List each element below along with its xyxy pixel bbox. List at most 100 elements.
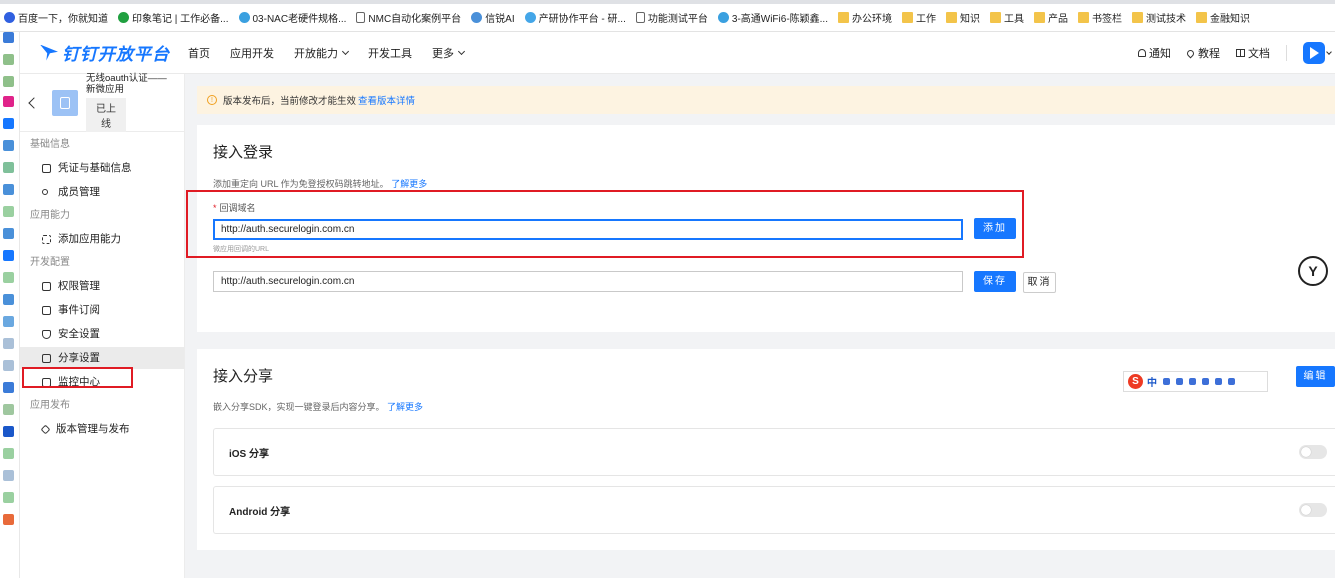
punctuation-icon[interactable] bbox=[1163, 378, 1170, 385]
dingtalk-logo[interactable]: 钉钉开放平台 bbox=[40, 40, 170, 65]
sidebar-item[interactable]: 安全设置 bbox=[20, 323, 184, 345]
nav-item-label: 应用开发 bbox=[230, 47, 274, 60]
share-icon bbox=[42, 353, 51, 363]
bookmark-item[interactable]: 印象笔记 | 工作必备... bbox=[118, 10, 229, 25]
doc-icon bbox=[717, 12, 729, 23]
bookmark-item[interactable]: 信锐AI bbox=[471, 10, 515, 25]
android-share-toggle[interactable] bbox=[1299, 503, 1327, 517]
bookmark-item[interactable]: NMC自动化案例平台 bbox=[356, 10, 461, 25]
extension-icon[interactable] bbox=[3, 360, 14, 371]
bookmark-item[interactable]: 百度一下，你就知道 bbox=[4, 10, 108, 25]
nav-item[interactable]: 开放能力 bbox=[294, 45, 350, 61]
back-chevron-icon[interactable] bbox=[28, 96, 40, 109]
sidebar-item[interactable]: 添加应用能力 bbox=[20, 228, 184, 250]
extension-icon[interactable] bbox=[3, 250, 14, 261]
game-icon[interactable] bbox=[1215, 378, 1222, 385]
chevron-down-icon bbox=[457, 47, 466, 55]
notice-link[interactable]: 查看版本详情 bbox=[358, 93, 415, 107]
tutorial-button[interactable]: 教程 bbox=[1185, 45, 1220, 61]
sidebar-item[interactable]: 凭证与基础信息 bbox=[20, 157, 184, 179]
notify-label: 通知 bbox=[1149, 48, 1171, 60]
folder-icon bbox=[837, 12, 849, 23]
extension-icon[interactable] bbox=[3, 448, 14, 459]
bookmark-item[interactable]: 功能测试平台 bbox=[635, 10, 708, 25]
bookmark-item[interactable]: 知识 bbox=[945, 10, 980, 25]
bookmark-item[interactable]: 产品 bbox=[1033, 10, 1068, 25]
nav-item-label: 开放能力 bbox=[294, 47, 338, 60]
main-nav: 首页 应用开发 开放能力 开发工具 更多 bbox=[188, 45, 484, 61]
sidebar-item[interactable]: 权限管理 bbox=[20, 275, 184, 297]
extension-icon[interactable] bbox=[3, 272, 14, 283]
page-icon bbox=[635, 12, 645, 23]
notice-banner: ! 版本发布后，当前修改才能生效 查看版本详情 bbox=[197, 86, 1335, 114]
logo-text: 钉钉开放平台 bbox=[62, 45, 170, 64]
extension-icon[interactable] bbox=[3, 206, 14, 217]
extension-icon[interactable] bbox=[3, 316, 14, 327]
bookmark-item[interactable]: 办公环境 bbox=[837, 10, 892, 25]
extension-icon[interactable] bbox=[3, 492, 14, 503]
ime-toolbar[interactable]: S 中 bbox=[1123, 371, 1268, 392]
notify-button[interactable]: 通知 bbox=[1138, 45, 1171, 61]
extension-icon[interactable] bbox=[3, 470, 14, 481]
side-menu: 基础信息 凭证与基础信息 成员管理 应用能力 添加应用能力 开发配置 权限管理 事件订阅 安全设… bbox=[20, 135, 184, 440]
bookmark-item[interactable]: 工具 bbox=[989, 10, 1024, 25]
sidebar-group-title: 开发配置 bbox=[30, 257, 70, 268]
folder-icon bbox=[945, 12, 957, 23]
header-actions: 通知 教程 文档 bbox=[1138, 32, 1335, 74]
save-button[interactable]: 保存 bbox=[974, 271, 1016, 292]
extension-icon[interactable] bbox=[3, 382, 14, 393]
tutorial-label: 教程 bbox=[1198, 48, 1220, 60]
login-title: 接入登录 bbox=[213, 144, 274, 161]
microphone-icon[interactable] bbox=[1176, 378, 1183, 385]
extension-icon[interactable] bbox=[3, 404, 14, 415]
extension-icon[interactable] bbox=[3, 32, 14, 43]
bookmark-item[interactable]: 书签栏 bbox=[1077, 10, 1122, 25]
bookmark-item[interactable]: 03-NAC老硬件规格... bbox=[238, 10, 346, 25]
existing-callback-input[interactable]: http://auth.securelogin.com.cn bbox=[213, 271, 963, 292]
sidebar-item[interactable]: 分享设置 bbox=[20, 347, 184, 369]
chevron-down-icon[interactable] bbox=[1326, 49, 1332, 55]
extension-icon[interactable] bbox=[3, 76, 14, 87]
floating-assistant-icon[interactable]: Y bbox=[1298, 256, 1328, 286]
bookmark-label: 百度一下，你就知道 bbox=[18, 14, 108, 25]
ios-share-toggle[interactable] bbox=[1299, 445, 1327, 459]
extension-icon[interactable] bbox=[3, 426, 14, 437]
extension-icon[interactable] bbox=[3, 54, 14, 65]
sidebar-item-label: 版本管理与发布 bbox=[56, 423, 130, 435]
login-learn-more-link[interactable]: 了解更多 bbox=[391, 179, 427, 189]
bookmark-item[interactable]: 工作 bbox=[901, 10, 936, 25]
nav-item[interactable]: 更多 bbox=[432, 45, 466, 61]
extension-icon[interactable] bbox=[3, 140, 14, 151]
extension-icon[interactable] bbox=[3, 118, 14, 129]
extension-icon[interactable] bbox=[3, 96, 14, 107]
extension-icon[interactable] bbox=[3, 184, 14, 195]
sidebar-item[interactable]: 成员管理 bbox=[20, 181, 184, 203]
nav-item[interactable]: 应用开发 bbox=[230, 45, 274, 61]
ime-mode[interactable]: 中 bbox=[1147, 374, 1157, 389]
cancel-button[interactable]: 取消 bbox=[1023, 272, 1056, 293]
bookmark-item[interactable]: 产研协作平台 - 研... bbox=[524, 10, 626, 25]
edit-button[interactable]: 编辑 bbox=[1296, 366, 1335, 387]
keyboard-icon[interactable] bbox=[1189, 378, 1196, 385]
avatar[interactable] bbox=[1303, 42, 1325, 64]
toolbox-icon[interactable] bbox=[1228, 378, 1235, 385]
extension-icon[interactable] bbox=[3, 338, 14, 349]
bookmark-item[interactable]: 测试技术 bbox=[1131, 10, 1186, 25]
bookmark-item[interactable]: 金融知识 bbox=[1195, 10, 1250, 25]
sidebar-item[interactable]: 事件订阅 bbox=[20, 299, 184, 321]
folder-icon bbox=[901, 12, 913, 23]
extension-icon[interactable] bbox=[3, 514, 14, 525]
bookmark-label: 知识 bbox=[959, 14, 980, 25]
bookmark-item[interactable]: 3-高通WiFi6-陈颖鑫... bbox=[717, 10, 828, 25]
extension-icon[interactable] bbox=[3, 162, 14, 173]
share-learn-more-link[interactable]: 了解更多 bbox=[387, 402, 423, 412]
nav-item[interactable]: 开发工具 bbox=[368, 45, 412, 61]
extension-icon[interactable] bbox=[3, 294, 14, 305]
share-row-android: Android 分享 bbox=[213, 486, 1335, 534]
sidebar-item[interactable]: 版本管理与发布 bbox=[20, 418, 184, 440]
extension-icon[interactable] bbox=[3, 228, 14, 239]
skin-icon[interactable] bbox=[1202, 378, 1209, 385]
nav-item[interactable]: 首页 bbox=[188, 45, 210, 61]
docs-button[interactable]: 文档 bbox=[1236, 45, 1270, 61]
share-desc: 嵌入分享SDK，实现一键登录后内容分享。 了解更多 bbox=[213, 400, 423, 413]
